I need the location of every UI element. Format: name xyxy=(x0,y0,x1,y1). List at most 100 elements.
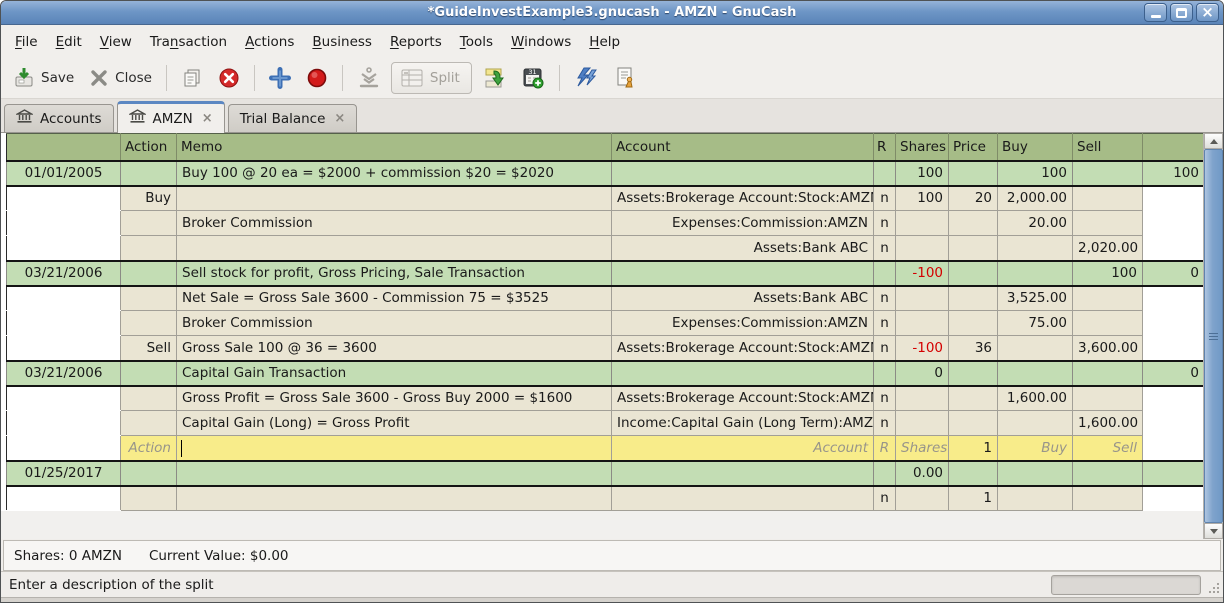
cell-date[interactable] xyxy=(7,236,121,261)
cell-r[interactable]: n xyxy=(874,286,896,311)
cell-action[interactable] xyxy=(121,386,177,411)
cell-memo[interactable]: Capital Gain (Long) = Gross Profit xyxy=(177,411,612,436)
cell-bal[interactable]: 100 xyxy=(1143,161,1205,186)
column-header-account[interactable]: Account xyxy=(612,134,874,161)
cell-shares[interactable] xyxy=(896,311,949,336)
cell-r[interactable]: n xyxy=(874,311,896,336)
cell-action[interactable] xyxy=(121,411,177,436)
cell-buy[interactable] xyxy=(998,461,1073,486)
cell-memo[interactable] xyxy=(177,436,612,461)
cell-price[interactable] xyxy=(949,286,998,311)
menu-reports[interactable]: Reports xyxy=(381,30,451,54)
cell-bal[interactable]: 0 xyxy=(1143,261,1205,286)
cell-r[interactable]: n xyxy=(874,336,896,361)
cell-account[interactable]: Expenses:Commission:AMZN xyxy=(612,211,874,236)
cell-r[interactable]: n xyxy=(874,186,896,211)
delete-button[interactable] xyxy=(211,63,247,93)
vertical-scrollbar[interactable] xyxy=(1203,133,1223,539)
cell-price[interactable]: 36 xyxy=(949,336,998,361)
cell-memo[interactable] xyxy=(177,461,612,486)
menu-business[interactable]: Business xyxy=(303,30,381,54)
cell-account[interactable] xyxy=(612,161,874,186)
column-header-shares[interactable]: Shares xyxy=(896,134,949,161)
cell-date[interactable]: 03/21/2006 xyxy=(7,361,121,386)
column-header-memo[interactable]: Memo xyxy=(177,134,612,161)
cell-action[interactable] xyxy=(121,361,177,386)
cell-account[interactable]: Account xyxy=(612,436,874,461)
cell-price[interactable] xyxy=(949,361,998,386)
cell-action[interactable] xyxy=(121,461,177,486)
cell-price[interactable] xyxy=(949,311,998,336)
scroll-up-button[interactable] xyxy=(1204,133,1223,149)
cell-date[interactable] xyxy=(7,336,121,361)
cell-sell[interactable] xyxy=(1073,386,1143,411)
cell-sell[interactable]: 1,600.00 xyxy=(1073,411,1143,436)
cell-r[interactable]: R xyxy=(874,436,896,461)
cell-buy[interactable]: 1,600.00 xyxy=(998,386,1073,411)
jump-button[interactable] xyxy=(567,62,605,94)
cell-memo[interactable]: Net Sale = Gross Sale 3600 - Commission … xyxy=(177,286,612,311)
cell-sell[interactable] xyxy=(1073,461,1143,486)
cell-account[interactable]: Assets:Bank ABC xyxy=(612,236,874,261)
blank-transaction-button[interactable] xyxy=(606,62,644,94)
cell-shares[interactable] xyxy=(896,211,949,236)
cell-bal[interactable] xyxy=(1143,461,1205,486)
cell-sell[interactable]: Sell xyxy=(1073,436,1143,461)
menu-actions[interactable]: Actions xyxy=(236,30,303,54)
column-header-action[interactable]: Action xyxy=(121,134,177,161)
cell-date[interactable] xyxy=(7,186,121,211)
cell-shares[interactable] xyxy=(896,286,949,311)
cell-action[interactable] xyxy=(121,286,177,311)
cell-action[interactable]: Sell xyxy=(121,336,177,361)
cell-price[interactable]: 1 xyxy=(949,486,998,511)
cell-buy[interactable]: 3,525.00 xyxy=(998,286,1073,311)
cell-memo[interactable] xyxy=(177,186,612,211)
cell-buy[interactable] xyxy=(998,361,1073,386)
cell-action[interactable]: Buy xyxy=(121,186,177,211)
cell-memo[interactable]: Gross Profit = Gross Sale 3600 - Gross B… xyxy=(177,386,612,411)
cell-account[interactable]: Assets:Brokerage Account:Stock:AMZN xyxy=(612,386,874,411)
add-button[interactable] xyxy=(262,63,298,93)
cell-account[interactable] xyxy=(612,461,874,486)
tab-amzn[interactable]: AMZN × xyxy=(117,101,225,133)
column-header-r[interactable]: R xyxy=(874,134,896,161)
split-button[interactable]: Split xyxy=(391,62,472,94)
cell-buy[interactable]: Buy xyxy=(998,436,1073,461)
duplicate-button[interactable] xyxy=(174,63,210,93)
resize-grip[interactable] xyxy=(1217,591,1219,593)
cell-shares[interactable] xyxy=(896,236,949,261)
cell-account[interactable]: Assets:Brokerage Account:Stock:AMZN xyxy=(612,186,874,211)
cell-shares[interactable]: -100 xyxy=(896,261,949,286)
record-button[interactable] xyxy=(299,63,335,93)
cell-r[interactable]: n xyxy=(874,386,896,411)
cell-account[interactable] xyxy=(612,261,874,286)
column-header-sell[interactable]: Sell xyxy=(1073,134,1143,161)
cell-account[interactable] xyxy=(612,486,874,511)
cell-price[interactable] xyxy=(949,236,998,261)
minimize-button[interactable] xyxy=(1144,3,1167,22)
cell-memo[interactable]: Sell stock for profit, Gross Pricing, Sa… xyxy=(177,261,612,286)
cell-r[interactable] xyxy=(874,261,896,286)
cell-date[interactable] xyxy=(7,386,121,411)
cell-buy[interactable]: 75.00 xyxy=(998,311,1073,336)
close-window-button[interactable]: × xyxy=(1196,3,1219,22)
cell-memo[interactable] xyxy=(177,236,612,261)
cell-buy[interactable]: 100 xyxy=(998,161,1073,186)
menu-file[interactable]: File xyxy=(6,30,47,54)
cell-bal[interactable] xyxy=(1143,336,1205,361)
maximize-button[interactable] xyxy=(1170,3,1193,22)
cell-date[interactable] xyxy=(7,286,121,311)
cell-bal[interactable]: 0 xyxy=(1143,361,1205,386)
cell-r[interactable] xyxy=(874,461,896,486)
cell-buy[interactable] xyxy=(998,486,1073,511)
schedule-button[interactable]: 31 xyxy=(514,62,552,94)
cell-sell[interactable] xyxy=(1073,286,1143,311)
cell-date[interactable] xyxy=(7,311,121,336)
cell-action[interactable] xyxy=(121,211,177,236)
cell-account[interactable] xyxy=(612,361,874,386)
cell-bal[interactable] xyxy=(1143,436,1205,461)
cell-sell[interactable]: 2,020.00 xyxy=(1073,236,1143,261)
cell-shares[interactable] xyxy=(896,486,949,511)
cell-sell[interactable]: 100 xyxy=(1073,261,1143,286)
cell-r[interactable] xyxy=(874,361,896,386)
